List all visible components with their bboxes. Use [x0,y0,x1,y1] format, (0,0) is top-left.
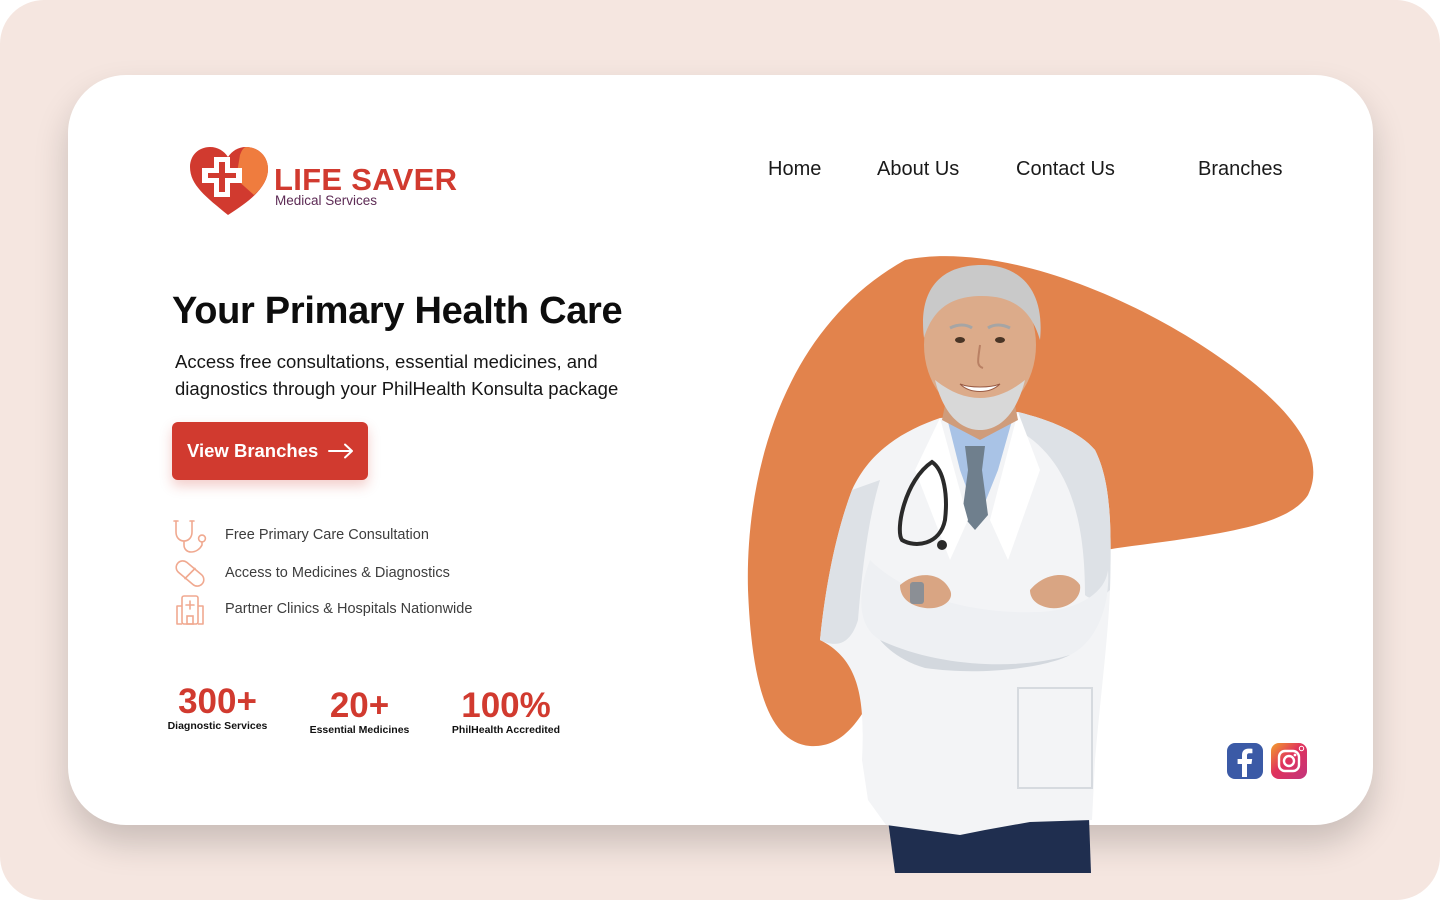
feature-item-consultation: Free Primary Care Consultation [172,518,592,554]
nav-about-us[interactable]: About Us [877,157,959,181]
feature-label: Partner Clinics & Hospitals Nationwide [225,601,473,617]
brand-subtitle: Medical Services [275,193,378,208]
brand-logo[interactable]: LIFE SAVER Medical Services [188,145,458,220]
pill-icon [175,560,205,587]
instagram-icon [1277,745,1305,773]
stat-label: Essential Medicines [309,724,410,736]
arrow-right-icon [328,443,354,459]
stethoscope-icon [173,520,207,553]
nav-home[interactable]: Home [768,157,821,181]
facebook-button[interactable] [1227,743,1263,779]
nav-branches[interactable]: Branches [1198,157,1283,181]
stat-essential-medicines: 20+ Essential Medicines [302,688,417,737]
stat-value: 100% [461,686,551,725]
feature-label: Free Primary Care Consultation [225,527,429,543]
facebook-icon [1237,748,1253,777]
nav-contact-us[interactable]: Contact Us [1016,157,1115,181]
stat-label: Diagnostic Services [167,720,268,732]
stat-value: 20+ [329,686,390,725]
brand-title: LIFE SAVER [274,162,458,197]
instagram-button[interactable] [1271,743,1307,779]
hospital-icon [176,595,204,625]
stat-philhealth-accredited: 100% PhilHealth Accredited [446,688,566,737]
stat-label: PhilHealth Accredited [451,724,561,736]
hero-description: Access free consultations, essential med… [175,351,619,399]
feature-item-partner-clinics: Partner Clinics & Hospitals Nationwide [172,592,592,628]
stat-value: 300+ [178,682,257,721]
hero-title: Your Primary Health Care [172,290,623,332]
heart-cross-logo-icon [190,147,268,215]
feature-item-medicines: Access to Medicines & Diagnostics [172,556,592,592]
view-branches-button[interactable]: View Branches [172,422,368,480]
feature-label: Access to Medicines & Diagnostics [225,565,450,581]
stat-diagnostic-services: 300+ Diagnostic Services [160,684,275,733]
view-branches-label: View Branches [187,440,319,461]
